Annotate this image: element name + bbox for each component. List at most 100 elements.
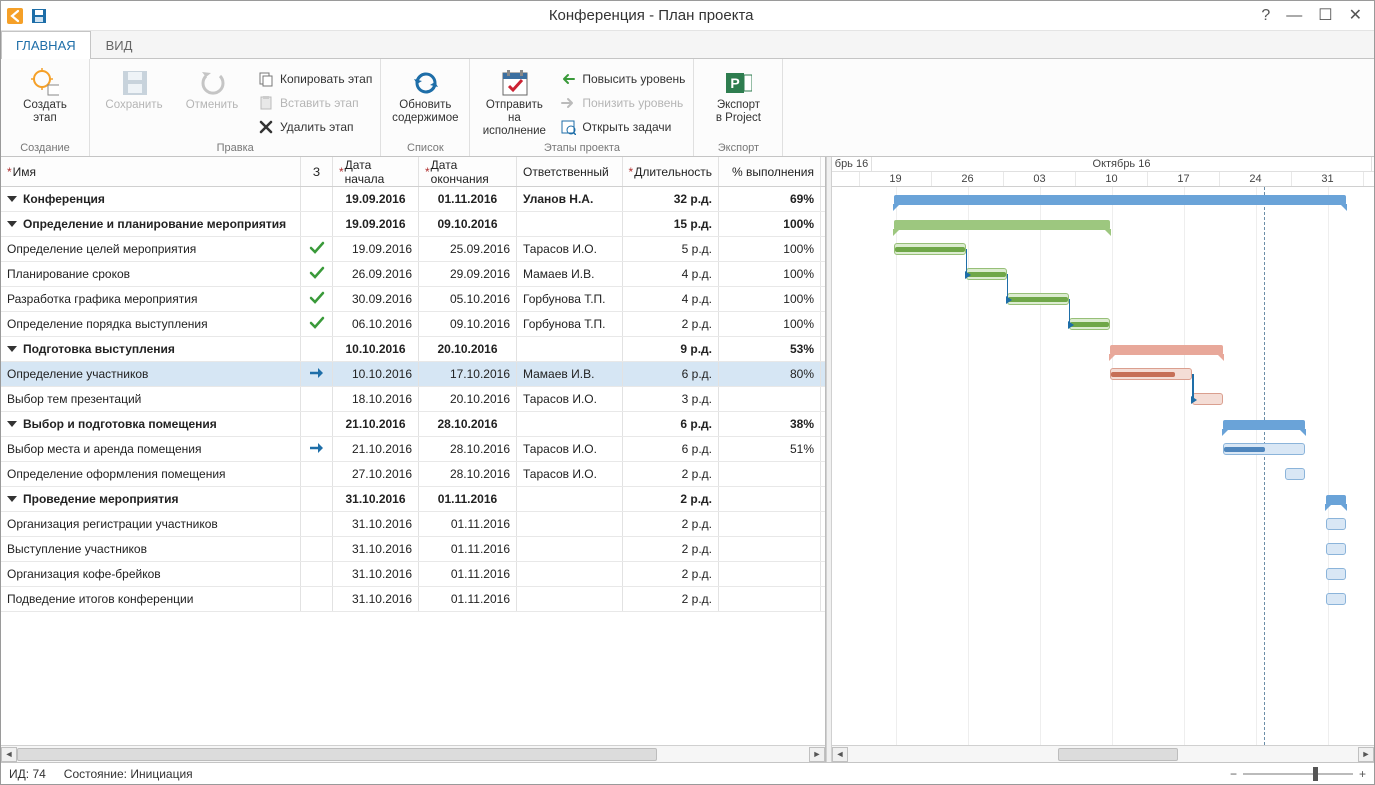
zoom-slider[interactable]: − +	[1230, 767, 1366, 781]
gantt-task-bar[interactable]	[1326, 593, 1347, 605]
minimize-icon[interactable]: —	[1286, 8, 1302, 24]
promote-button[interactable]: Повысить уровень	[560, 69, 685, 89]
cell-duration[interactable]: 2 р.д.	[623, 312, 719, 336]
cell-start[interactable]: 10.10.2016	[333, 362, 419, 386]
cell-name[interactable]: Определение оформления помещения	[1, 462, 301, 486]
quick-save-icon[interactable]	[29, 6, 49, 26]
expander-icon[interactable]	[7, 221, 17, 227]
cell-name[interactable]: Определение целей мероприятия	[1, 237, 301, 261]
cell-start[interactable]: 31.10.2016	[333, 487, 419, 511]
cell-percent[interactable]: 100%	[719, 287, 821, 311]
gantt-task-bar[interactable]	[1326, 518, 1347, 530]
scroll-right-icon[interactable]: ►	[1358, 747, 1374, 762]
cell-responsible[interactable]: Горбунова Т.П.	[517, 287, 623, 311]
cell-duration[interactable]: 15 р.д.	[623, 212, 719, 236]
cell-end[interactable]: 20.10.2016	[419, 337, 517, 361]
cell-percent[interactable]: 100%	[719, 312, 821, 336]
tab-main[interactable]: ГЛАВНАЯ	[1, 31, 91, 59]
cell-percent[interactable]: 100%	[719, 212, 821, 236]
cell-end[interactable]: 25.09.2016	[419, 237, 517, 261]
cell-start[interactable]: 10.10.2016	[333, 337, 419, 361]
cell-duration[interactable]: 4 р.д.	[623, 287, 719, 311]
cell-end[interactable]: 01.11.2016	[419, 562, 517, 586]
cell-percent[interactable]: 51%	[719, 437, 821, 461]
gantt-summary-bar[interactable]	[894, 195, 1347, 205]
cell-responsible[interactable]: Тарасов И.О.	[517, 462, 623, 486]
cell-start[interactable]: 31.10.2016	[333, 512, 419, 536]
cell-duration[interactable]: 32 р.д.	[623, 187, 719, 211]
cell-percent[interactable]: 38%	[719, 412, 821, 436]
cell-percent[interactable]	[719, 587, 821, 611]
cell-name[interactable]: Организация регистрации участников	[1, 512, 301, 536]
cell-start[interactable]: 21.10.2016	[333, 437, 419, 461]
cell-percent[interactable]: 100%	[719, 237, 821, 261]
cell-name[interactable]: Конференция	[1, 187, 301, 211]
cell-percent[interactable]: 80%	[719, 362, 821, 386]
cell-start[interactable]: 30.09.2016	[333, 287, 419, 311]
copy-stage-button[interactable]: Копировать этап	[258, 69, 372, 89]
maximize-icon[interactable]: ☐	[1318, 8, 1332, 24]
gantt-summary-bar[interactable]	[1223, 420, 1305, 430]
cell-start[interactable]: 26.09.2016	[333, 262, 419, 286]
cell-start[interactable]: 27.10.2016	[333, 462, 419, 486]
cell-duration[interactable]: 2 р.д.	[623, 537, 719, 561]
cell-duration[interactable]: 2 р.д.	[623, 562, 719, 586]
cell-name[interactable]: Проведение мероприятия	[1, 487, 301, 511]
grid-hscroll[interactable]: ◄ ►	[1, 745, 825, 762]
cell-end[interactable]: 01.11.2016	[419, 587, 517, 611]
task-row[interactable]: Организация кофе-брейков31.10.201601.11.…	[1, 562, 825, 587]
task-row[interactable]: Подведение итогов конференции31.10.20160…	[1, 587, 825, 612]
col-responsible[interactable]: Ответственный	[517, 157, 623, 186]
scroll-right-icon[interactable]: ►	[809, 747, 825, 762]
cell-percent[interactable]	[719, 562, 821, 586]
cell-responsible[interactable]	[517, 587, 623, 611]
cell-name[interactable]: Определение и планирование мероприятия	[1, 212, 301, 236]
col-end[interactable]: Дата окончания	[419, 157, 517, 186]
gantt-task-bar[interactable]	[894, 243, 966, 255]
grid-body[interactable]: Конференция 19.09.2016 01.11.2016 Уланов Н.…	[1, 187, 825, 745]
export-project-button[interactable]: P Экспорт в Project	[702, 67, 774, 139]
cell-responsible[interactable]: Тарасов И.О.	[517, 437, 623, 461]
gantt-task-bar[interactable]	[966, 268, 1007, 280]
cell-end[interactable]: 01.11.2016	[419, 537, 517, 561]
task-row[interactable]: Выбор места и аренда помещения 21.10.2016…	[1, 437, 825, 462]
col-status[interactable]: З	[301, 157, 333, 186]
cell-start[interactable]: 06.10.2016	[333, 312, 419, 336]
demote-button[interactable]: Понизить уровень	[560, 93, 685, 113]
cell-percent[interactable]: 69%	[719, 187, 821, 211]
cell-name[interactable]: Выступление участников	[1, 537, 301, 561]
expander-icon[interactable]	[7, 346, 17, 352]
gantt-summary-bar[interactable]	[1326, 495, 1347, 505]
gantt-task-bar[interactable]	[1326, 543, 1347, 555]
scroll-left-icon[interactable]: ◄	[832, 747, 848, 762]
cell-end[interactable]: 17.10.2016	[419, 362, 517, 386]
cell-responsible[interactable]: Уланов Н.А.	[517, 187, 623, 211]
delete-stage-button[interactable]: Удалить этап	[258, 117, 372, 137]
task-row[interactable]: Определение порядка выступления06.10.201…	[1, 312, 825, 337]
expander-icon[interactable]	[7, 196, 17, 202]
cell-end[interactable]: 28.10.2016	[419, 437, 517, 461]
col-name[interactable]: Имя	[1, 157, 301, 186]
cell-end[interactable]: 28.10.2016	[419, 412, 517, 436]
task-row[interactable]: Организация регистрации участников 31.10.…	[1, 512, 825, 537]
cell-name[interactable]: Планирование сроков	[1, 262, 301, 286]
scroll-left-icon[interactable]: ◄	[1, 747, 17, 762]
cell-start[interactable]: 31.10.2016	[333, 537, 419, 561]
cell-responsible[interactable]: Мамаев И.В.	[517, 362, 623, 386]
gantt-task-bar[interactable]	[1110, 368, 1192, 380]
cell-end[interactable]: 01.11.2016	[419, 487, 517, 511]
cell-name[interactable]: Выбор тем презентаций	[1, 387, 301, 411]
cell-name[interactable]: Выбор места и аренда помещения	[1, 437, 301, 461]
task-row[interactable]: Выступление участников 31.10.201601.11.20…	[1, 537, 825, 562]
cell-start[interactable]: 31.10.2016	[333, 587, 419, 611]
paste-stage-button[interactable]: Вставить этап	[258, 93, 372, 113]
cell-percent[interactable]	[719, 387, 821, 411]
task-row[interactable]: Подготовка выступления10.10.201620.10.20…	[1, 337, 825, 362]
send-execute-button[interactable]: Отправить на исполнение	[478, 67, 550, 139]
cell-end[interactable]: 05.10.2016	[419, 287, 517, 311]
cell-start[interactable]: 19.09.2016	[333, 187, 419, 211]
zoom-in-icon[interactable]: +	[1359, 767, 1366, 781]
cell-name[interactable]: Разработка графика мероприятия	[1, 287, 301, 311]
cell-start[interactable]: 19.09.2016	[333, 212, 419, 236]
cell-duration[interactable]: 6 р.д.	[623, 412, 719, 436]
